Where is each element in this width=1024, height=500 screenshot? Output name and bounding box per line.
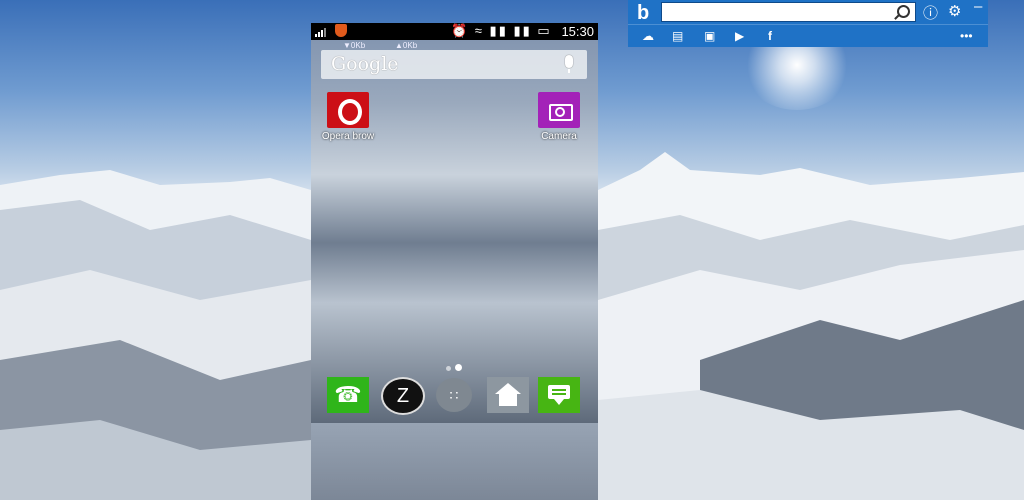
app-camera[interactable]: Camera <box>524 92 594 142</box>
opera-icon <box>327 92 369 128</box>
bing-desktop-bar: b ⓘ ⚙ – ☁ ▤ ▣ ▶ f ••• <box>628 0 988 47</box>
security-shield-icon <box>335 24 347 37</box>
more-button[interactable]: ••• <box>960 29 973 43</box>
facebook-icon[interactable]: f <box>768 29 772 43</box>
signal-icon <box>315 28 326 37</box>
google-search-widget[interactable]: Google <box>321 50 587 79</box>
mic-icon[interactable] <box>565 55 573 73</box>
settings-gear-icon[interactable]: ⚙ <box>948 2 961 20</box>
phone-screen[interactable]: ⏰ ≈ ▮▮ ▮▮ ▭ 15:30 ▼0Kb ▲0Kb Google Opera… <box>311 23 598 423</box>
status-icons: ⏰ ≈ ▮▮ ▮▮ ▭ <box>451 23 552 38</box>
home-button[interactable] <box>487 377 529 413</box>
minimize-button[interactable]: – <box>974 0 982 15</box>
bing-search-box[interactable] <box>661 2 916 22</box>
download-speed: ▼0Kb <box>343 41 366 50</box>
phone-dialer-button[interactable]: ☎ <box>327 377 369 413</box>
google-logo: Google <box>331 53 399 75</box>
launcher-z-button[interactable]: Z <box>381 377 425 415</box>
status-bar: ⏰ ≈ ▮▮ ▮▮ ▭ 15:30 <box>311 23 598 40</box>
video-icon[interactable]: ▶ <box>735 29 744 43</box>
weather-icon[interactable]: ☁ <box>642 29 654 43</box>
camera-icon <box>538 92 580 128</box>
news-icon[interactable]: ▤ <box>672 29 683 43</box>
bing-search-input[interactable] <box>662 5 898 21</box>
images-icon[interactable]: ▣ <box>704 29 715 43</box>
messaging-button[interactable] <box>538 377 580 413</box>
page-indicator <box>446 358 466 376</box>
upload-speed: ▲0Kb <box>395 41 418 50</box>
app-label: Camera <box>541 131 577 142</box>
divider <box>628 24 988 25</box>
bing-logo-icon[interactable]: b <box>637 2 649 25</box>
app-opera-browser[interactable]: Opera brow <box>313 92 383 142</box>
search-icon[interactable] <box>897 5 910 18</box>
app-label: Opera brow <box>321 131 375 142</box>
info-icon[interactable]: ⓘ <box>923 2 938 23</box>
clock: 15:30 <box>561 24 594 39</box>
app-drawer-button[interactable]: ∷ <box>436 378 472 412</box>
